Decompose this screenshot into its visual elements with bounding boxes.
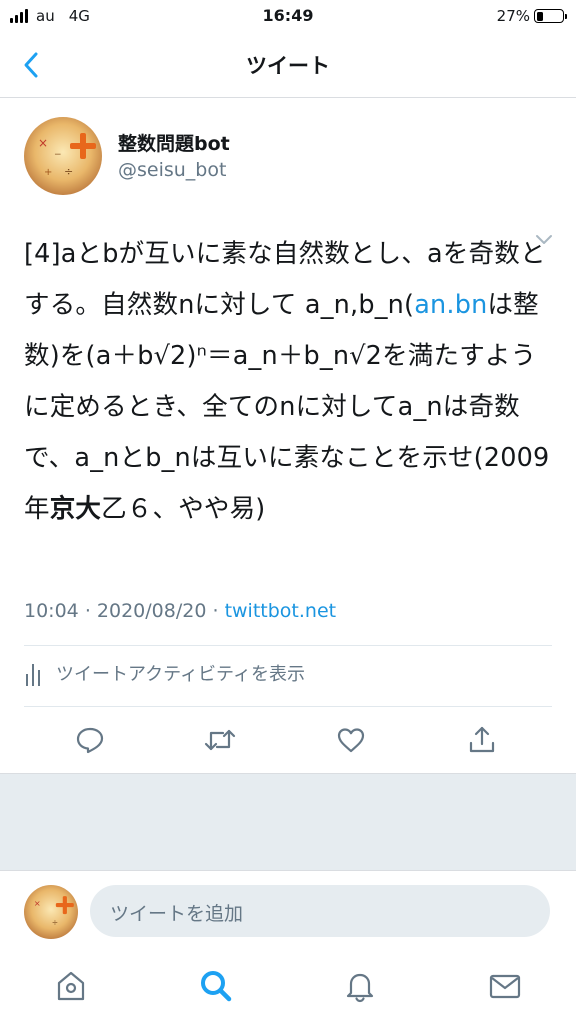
status-time: 16:49 (262, 6, 314, 25)
author-name[interactable]: 整数問題bot (118, 129, 230, 156)
status-right: 27% (496, 7, 567, 25)
tweet-author[interactable]: × ÷ + − 整数問題bot @seisu_bot (24, 117, 524, 197)
tweet-date: 2020/08/20 (96, 600, 207, 622)
share-button[interactable] (464, 722, 500, 758)
svg-text:−: − (54, 150, 62, 160)
compose-bar: × ÷ ツイートを追加 (0, 870, 576, 954)
tweet-text-bold: 京大 (49, 494, 102, 524)
tweet-text-link[interactable]: an.bn (414, 290, 487, 320)
messages-icon (489, 974, 521, 999)
tweet-text-part-2: は整数)を(a＋b√2)ⁿ＝a_n＋b_n√2を満たすように定めるとき、全てのn… (24, 290, 550, 524)
nav-bar: ツイート (0, 34, 576, 98)
reply-input[interactable]: ツイートを追加 (90, 885, 550, 937)
svg-text:×: × (38, 136, 48, 150)
home-icon (57, 971, 85, 1001)
tab-home[interactable] (51, 966, 91, 1006)
svg-text:+: + (44, 167, 52, 178)
replies-area (0, 773, 576, 870)
tab-search[interactable] (196, 966, 236, 1006)
status-bar: au 4G 16:49 27% (0, 0, 576, 34)
divider (24, 645, 552, 646)
author-handle[interactable]: @seisu_bot (118, 159, 226, 181)
tweet-text: [4]aとbが互いに素な自然数とし、aを奇数とする。自然数nに対して a_n,b… (24, 229, 554, 535)
battery-icon (534, 9, 567, 23)
reply-button[interactable] (72, 722, 108, 758)
tab-messages[interactable] (485, 966, 525, 1006)
avatar-image: × ÷ + − (24, 117, 102, 195)
divider (24, 706, 552, 707)
reply-icon (76, 727, 104, 754)
tweet-activity-button[interactable]: ツイートアクティビティを表示 (24, 658, 305, 688)
svg-text:÷: ÷ (52, 918, 58, 927)
tweet-activity-label: ツイートアクティビティを表示 (56, 664, 305, 685)
retweet-button[interactable] (202, 722, 238, 758)
share-icon (469, 726, 495, 753)
avatar-image: × ÷ (24, 885, 78, 939)
notifications-icon (346, 973, 374, 1003)
tweet-meta: 10:04 · 2020/08/20 · twittbot.net (24, 600, 336, 622)
page-title: ツイート (246, 54, 330, 78)
retweet-icon (204, 729, 236, 751)
battery-percent: 27% (496, 7, 530, 25)
tweet-source-link[interactable]: twittbot.net (225, 600, 337, 622)
avatar[interactable]: × ÷ (24, 885, 78, 939)
battery-fill (536, 11, 544, 21)
tweet-time: 10:04 (24, 600, 79, 622)
heart-icon (337, 728, 365, 753)
tab-bar (0, 954, 576, 1024)
meta-separator: · (84, 600, 97, 622)
tweet-actions (0, 718, 576, 762)
bar-chart-icon (26, 664, 40, 686)
avatar[interactable]: × ÷ + − (24, 117, 102, 195)
svg-text:÷: ÷ (64, 165, 73, 178)
tab-notifications[interactable] (340, 966, 380, 1006)
tweet-text-part-3: 乙６、やや易) (101, 494, 266, 524)
search-icon (201, 971, 232, 1002)
like-button[interactable] (333, 722, 369, 758)
meta-separator: · (212, 600, 225, 622)
svg-text:×: × (34, 898, 41, 908)
